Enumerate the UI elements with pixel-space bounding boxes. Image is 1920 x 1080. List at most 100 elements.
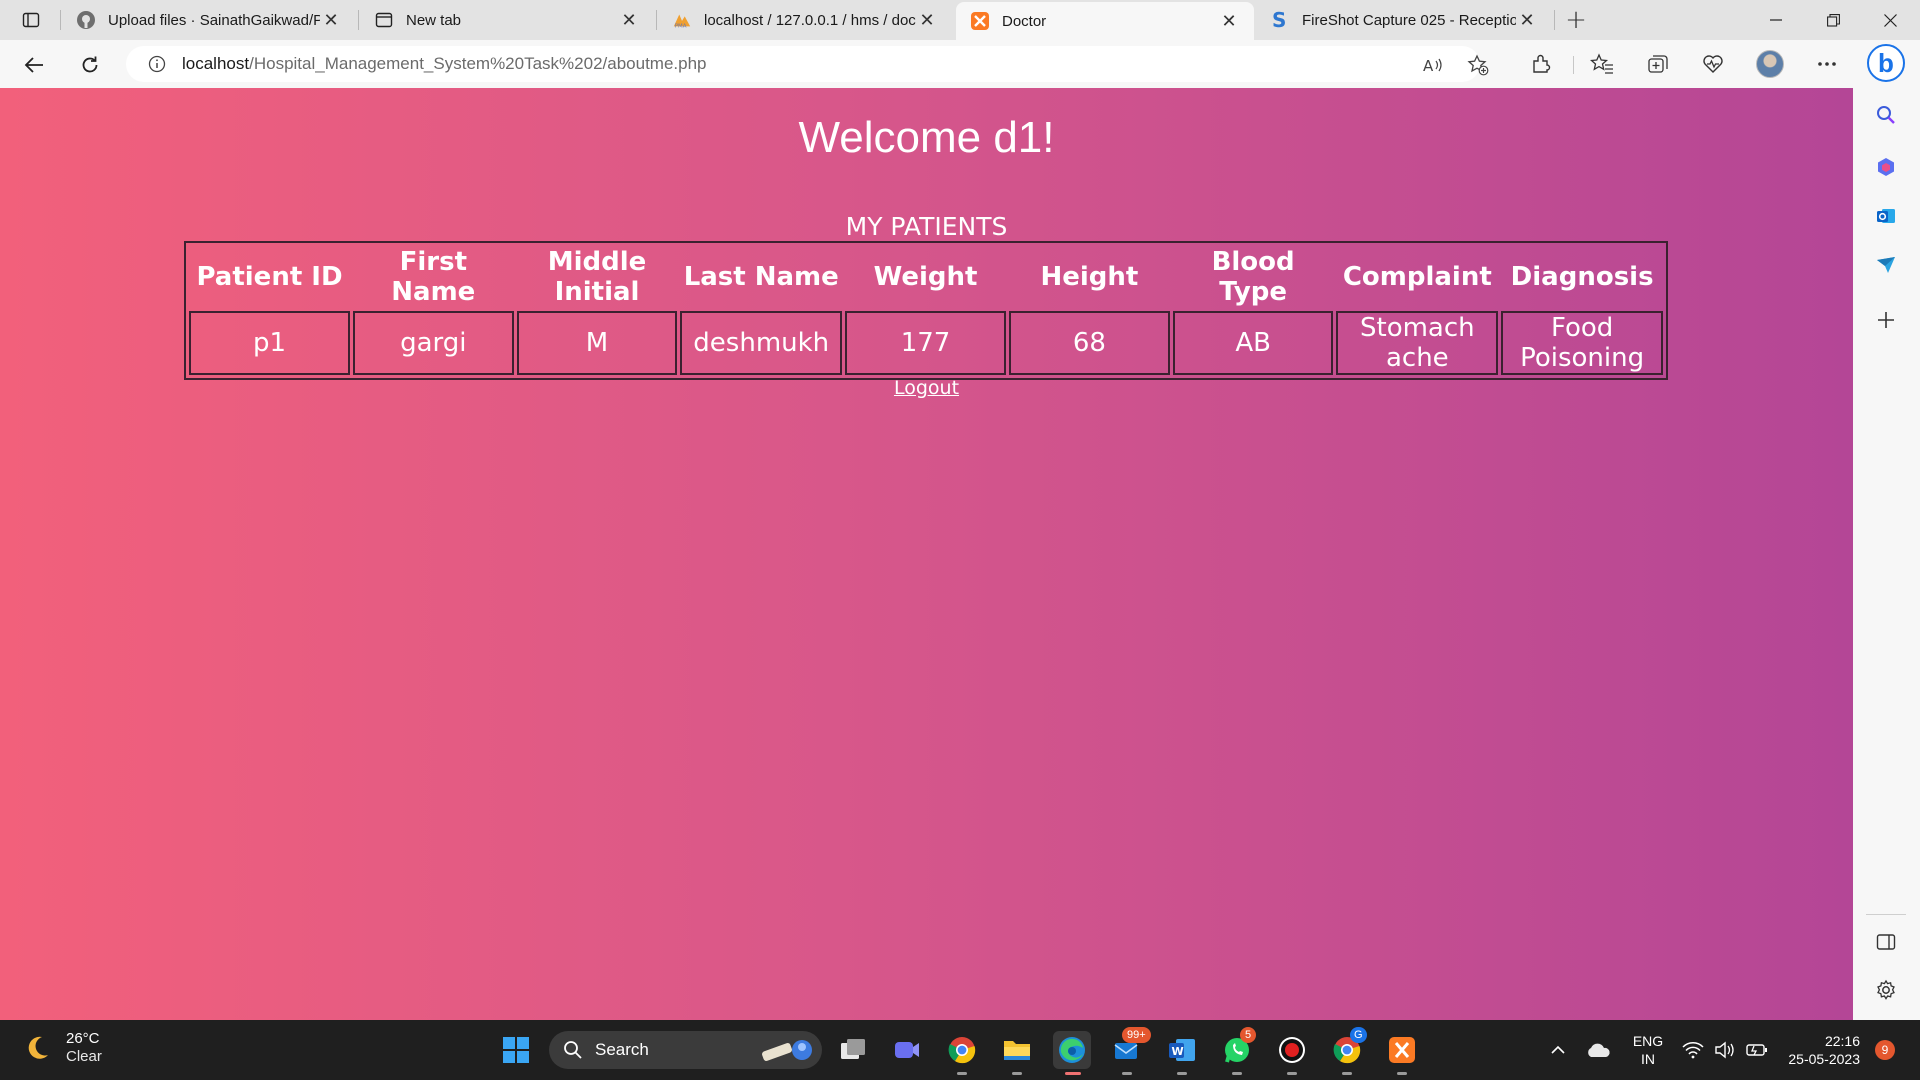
address-bar[interactable]: localhost/Hospital_Management_System%20T… [126, 46, 1489, 82]
system-tray-status[interactable] [1672, 1031, 1778, 1069]
patients-table: Patient ID First Name Middle Initial Las… [184, 241, 1668, 380]
tab-title: Doctor [1002, 12, 1047, 30]
show-hidden-icons[interactable] [1538, 1031, 1578, 1069]
close-icon[interactable]: ✕ [916, 9, 938, 31]
svg-text:S: S [1272, 10, 1286, 30]
table-row: p1 gargi M deshmukh 177 68 AB Stomach ac… [189, 311, 1663, 375]
url-text[interactable]: localhost/Hospital_Management_System%20T… [182, 54, 707, 74]
tab-github[interactable]: Upload files · SainathGaikwad/Pr ✕ [62, 0, 356, 40]
tab-title: localhost / 127.0.0.1 / hms / doct [704, 11, 916, 29]
teams-icon[interactable] [888, 1031, 926, 1069]
chrome-icon[interactable] [943, 1031, 981, 1075]
close-icon[interactable]: ✕ [1218, 10, 1240, 32]
outlook-icon[interactable] [1873, 203, 1899, 229]
column-header: Last Name [683, 262, 839, 292]
volume-icon [1714, 1041, 1736, 1059]
tab-separator [1554, 10, 1555, 30]
table-cell: gargi [353, 311, 514, 375]
svg-text:A: A [1423, 57, 1434, 74]
table-cell: Food Poisoning [1501, 311, 1663, 375]
weather-widget[interactable]: 26°C Clear [22, 1030, 102, 1066]
edge-icon[interactable] [1053, 1031, 1091, 1075]
extensions-icon[interactable] [1528, 51, 1554, 77]
restore-button[interactable] [1805, 0, 1861, 40]
welcome-heading: Welcome d1! [798, 113, 1055, 162]
notification-badge[interactable]: 9 [1875, 1040, 1895, 1060]
column-header: Middle Initial [547, 247, 647, 307]
send-icon[interactable] [1873, 252, 1899, 278]
add-icon[interactable] [1873, 307, 1899, 333]
collections-icon[interactable] [1645, 51, 1671, 77]
column-header: Complaint [1342, 262, 1492, 292]
chrome-profile-icon[interactable]: G [1328, 1027, 1367, 1075]
tab-doctor[interactable]: Doctor ✕ [956, 2, 1254, 40]
onedrive-icon[interactable] [1580, 1031, 1616, 1069]
close-icon[interactable]: ✕ [618, 9, 640, 31]
start-button[interactable] [497, 1031, 535, 1069]
favorites-icon[interactable] [1589, 51, 1615, 77]
site-info-icon[interactable] [146, 53, 168, 75]
minimize-button[interactable] [1748, 0, 1804, 40]
wifi-icon [1682, 1041, 1704, 1059]
file-explorer-icon[interactable] [998, 1031, 1036, 1075]
close-icon[interactable]: ✕ [1516, 9, 1538, 31]
browser-essentials-icon[interactable] [1700, 51, 1726, 77]
taskbar-search[interactable]: Search [549, 1031, 822, 1069]
table-cell: p1 [189, 311, 350, 375]
refresh-icon[interactable] [74, 49, 106, 81]
office-icon[interactable] [1873, 154, 1899, 180]
settings-gear-icon[interactable] [1873, 977, 1899, 1003]
tab-new-tab[interactable]: New tab ✕ [360, 0, 654, 40]
table-cell: Stomach ache [1336, 311, 1499, 375]
profile-avatar[interactable] [1756, 50, 1784, 78]
whatsapp-icon[interactable]: 5 [1218, 1027, 1257, 1075]
screen-recorder-icon[interactable] [1273, 1031, 1311, 1075]
search-icon [563, 1040, 583, 1060]
patients-caption: MY PATIENTS [845, 212, 1008, 241]
bing-chat-icon[interactable]: b [1867, 44, 1905, 82]
table-header-row: Patient ID First Name Middle Initial Las… [189, 246, 1663, 308]
svg-text:PMA: PMA [675, 23, 687, 29]
url-path: /Hospital_Management_System%20Task%202/a… [249, 54, 707, 73]
table-cell: 68 [1009, 311, 1170, 375]
newtab-icon [374, 10, 394, 30]
xampp-taskbar-icon[interactable] [1383, 1031, 1421, 1075]
language-indicator[interactable]: ENG IN [1628, 1032, 1668, 1068]
edge-sidebar: b [1853, 40, 1920, 1020]
tab-fireshot[interactable]: S FireShot Capture 025 - Receptior ✕ [1256, 0, 1552, 40]
clock-date: 25-05-2023 [1788, 1051, 1860, 1067]
add-favorite-icon[interactable] [1466, 53, 1490, 77]
more-options-icon[interactable] [1814, 51, 1840, 77]
tab-title: New tab [406, 11, 462, 29]
running-indicator [1287, 1072, 1297, 1075]
sidebar-divider [1866, 914, 1906, 915]
close-icon[interactable]: ✕ [320, 9, 342, 31]
search-highlight-icon [758, 1035, 814, 1065]
running-indicator [1122, 1072, 1132, 1075]
table-cell: AB [1172, 311, 1334, 375]
tab-actions-icon[interactable] [14, 8, 48, 32]
word-icon[interactable]: W [1163, 1031, 1201, 1075]
task-view-icon[interactable] [834, 1031, 872, 1069]
running-indicator [1232, 1072, 1242, 1075]
column-header: Patient ID [196, 262, 343, 292]
back-arrow-icon[interactable] [18, 49, 50, 81]
tab-phpmyadmin[interactable]: PMA localhost / 127.0.0.1 / hms / doct ✕ [658, 0, 952, 40]
fireshot-icon: S [1270, 10, 1290, 30]
hide-sidebar-icon[interactable] [1873, 929, 1899, 955]
clock[interactable]: 22:16 25-05-2023 [1778, 1032, 1868, 1068]
toolbar-divider [1573, 56, 1574, 74]
logout-link[interactable]: Logout [894, 377, 959, 399]
running-indicator [1177, 1072, 1187, 1075]
page-content: Welcome d1! MY PATIENTS Patient ID First… [0, 88, 1853, 1020]
clock-time: 22:16 [1824, 1033, 1860, 1049]
column-header: Weight [873, 262, 978, 292]
mail-icon[interactable]: 99+ [1108, 1027, 1151, 1075]
search-icon[interactable] [1873, 102, 1899, 128]
tab-separator [60, 10, 61, 30]
new-tab-button[interactable]: + [1562, 5, 1590, 35]
read-aloud-icon[interactable]: A [1422, 53, 1446, 77]
chrome-profile-badge: G [1350, 1027, 1367, 1043]
language-code: ENG [1632, 1033, 1664, 1049]
close-window-button[interactable] [1862, 0, 1918, 40]
